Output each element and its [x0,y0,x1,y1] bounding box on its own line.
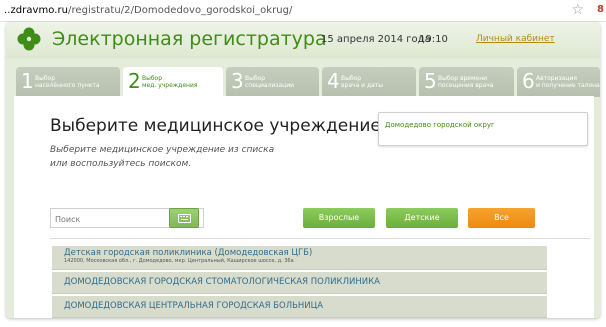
region-selector[interactable]: Домодедово городской округ [378,112,588,146]
institution-name: ДОМОДЕДОВСКАЯ ГОРОДСКАЯ СТОМАТОЛОГИЧЕСКА… [64,277,380,287]
filter-children-button[interactable]: Детские [386,208,458,228]
current-date: 15 апреля 2014 года [321,34,431,45]
institution-item[interactable]: ДОМОДЕДОВСКАЯ ЦЕНТРАЛЬНАЯ ГОРОДСКАЯ БОЛЬ… [52,296,547,318]
step-3-specialization[interactable]: 3 Выбор специализации [226,67,319,97]
extension-icon[interactable]: 8 [597,4,604,15]
step-1-settlement[interactable]: 1 Выбор населённого пункта [16,67,120,97]
step-5-time[interactable]: 5 Выбор времени посещения врача [419,67,514,97]
step-2-institution[interactable]: 2 Выбор мед. учреждения [123,67,223,99]
browser-address-bar[interactable]: ..zdravmo.ru/registratu/2/Domodedovo_gor… [0,0,606,22]
step-number: 1 [21,69,34,93]
step-number: 3 [231,69,244,93]
keyboard-icon [178,214,191,223]
step-label: Выбор специализации [245,75,295,89]
personal-cabinet-link[interactable]: Личный кабинет [476,34,555,44]
clover-icon [17,27,41,51]
instruction-text: Выберите медицинское учреждение из списк… [50,145,275,169]
step-label: Авторизация и получение талона [536,75,600,89]
divider [50,238,590,239]
url-text[interactable]: ..zdravmo.ru/registratu/2/Domodedovo_gor… [4,5,292,16]
region-value: Домодедово городской округ [385,121,495,129]
step-label: Выбор времени посещения врача [438,75,494,89]
step-4-doctor[interactable]: 4 Выбор врача и даты [322,67,416,97]
bookmark-star-icon[interactable]: ☆ [571,2,584,18]
url-host: ..zdravmo.ru [4,5,69,16]
page-title: Выберите медицинское учреждение [50,116,381,136]
step-number: 4 [327,69,340,93]
step-label: Выбор населённого пункта [35,75,100,89]
step-number: 2 [128,69,141,93]
institution-name: Детская городская поликлиника (Домодедов… [64,248,313,258]
current-time: 19:10 [419,34,448,45]
institution-item[interactable]: ДОМОДЕДОВСКАЯ ГОРОДСКАЯ СТОМАТОЛОГИЧЕСКА… [52,272,547,294]
step-label: Выбор врача и даты [341,75,384,89]
filter-all-button[interactable]: Все [468,208,535,228]
keyboard-button[interactable] [169,208,199,228]
step-6-authorization[interactable]: 6 Авторизация и получение талона [517,67,600,97]
site-title: Электронная регистратура [52,28,327,50]
wizard-steps: 1 Выбор населённого пункта 2 Выбор мед. уч… [16,67,600,99]
filter-adult-button[interactable]: Взрослые [303,208,375,228]
site-frame: Электронная регистратура 15 апреля 2014 … [6,22,600,318]
content-panel: Выберите медицинское учреждение Выберите… [14,96,594,318]
site-header: Электронная регистратура 15 апреля 2014 … [6,22,600,58]
institution-name: ДОМОДЕДОВСКАЯ ЦЕНТРАЛЬНАЯ ГОРОДСКАЯ БОЛЬ… [64,301,324,311]
step-number: 6 [522,69,535,93]
url-path: /registratu/2/Domodedovo_gorodskoi_okrug… [68,5,293,16]
institution-address: 142000, Московская обл., г. Домодедово, … [64,258,294,264]
step-label: Выбор мед. учреждения [142,75,198,89]
search-input[interactable] [55,212,175,226]
institution-item[interactable]: Детская городская поликлиника (Домодедов… [52,246,547,270]
step-number: 5 [424,69,437,93]
